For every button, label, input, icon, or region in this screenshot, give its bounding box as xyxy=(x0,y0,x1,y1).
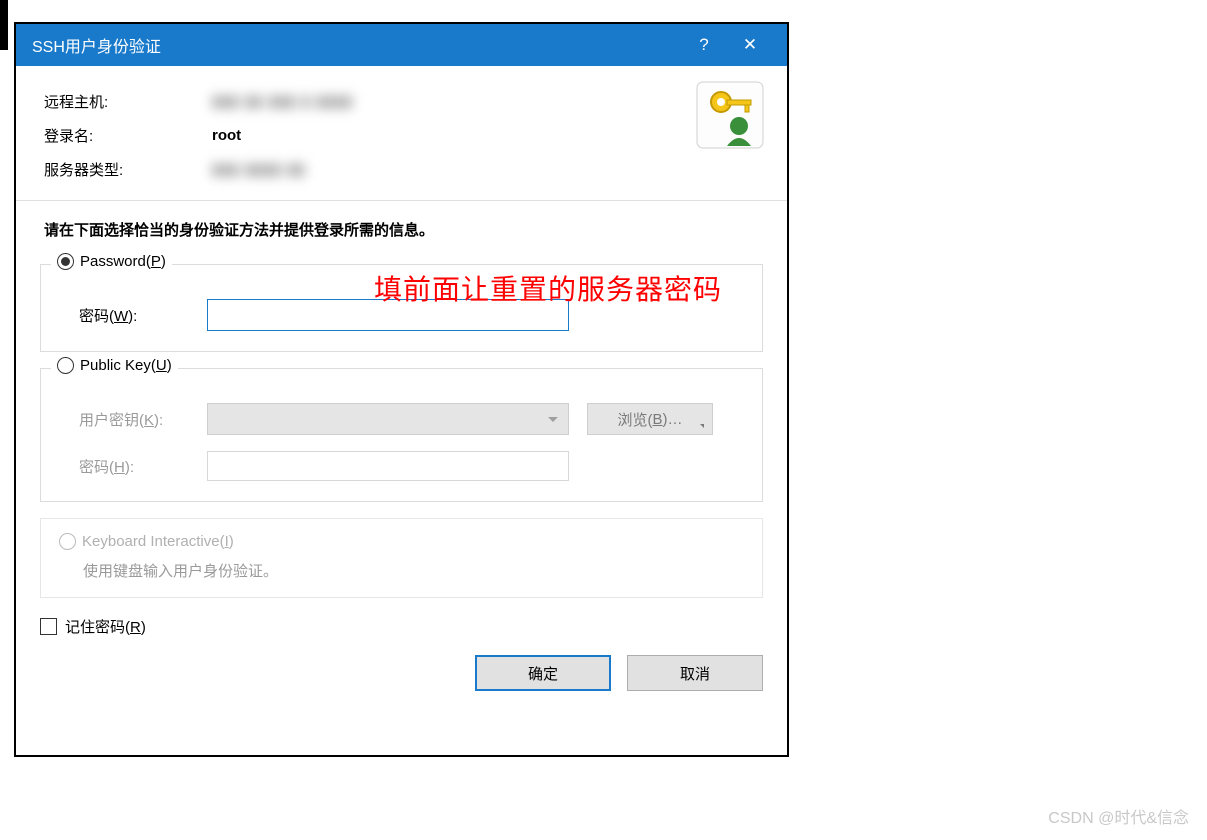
userkey-combo xyxy=(207,403,569,435)
keyboard-auth-group: Keyboard Interactive(I) 使用键盘输入用户身份验证。 xyxy=(40,518,763,598)
password-input[interactable] xyxy=(207,299,569,331)
connection-info: 远程主机: ▮▮▮ ▮▮ ▮▮▮ ▮ ▮▮▮▮ 登录名: root 服务器类型:… xyxy=(16,66,787,200)
window-title: SSH用户身份验证 xyxy=(32,33,681,57)
cancel-button[interactable]: 取消 xyxy=(627,655,763,691)
publickey-legend: Public Key(U) xyxy=(80,357,172,374)
dialog-buttons: 确定 取消 xyxy=(16,637,787,691)
publickey-radio[interactable] xyxy=(57,357,74,374)
login-name-value: root xyxy=(212,127,759,144)
key-password-input xyxy=(207,451,569,481)
remote-host-label: 远程主机: xyxy=(44,91,212,112)
remote-host-value: ▮▮▮ ▮▮ ▮▮▮ ▮ ▮▮▮▮ xyxy=(212,92,759,110)
password-auth-group: Password(P) 密码(W): xyxy=(40,264,763,352)
keyboard-desc: 使用键盘输入用户身份验证。 xyxy=(59,560,744,581)
remember-checkbox[interactable] xyxy=(40,618,57,635)
password-radio-row[interactable]: Password(P) xyxy=(51,253,172,270)
close-button[interactable]: ✕ xyxy=(727,24,773,66)
help-button[interactable]: ? xyxy=(681,24,727,66)
publickey-auth-group: Public Key(U) 用户密钥(K): 浏览(B)… 密码(H): xyxy=(40,368,763,502)
password-radio[interactable] xyxy=(57,253,74,270)
server-type-value: ▮▮▮ ▮▮▮▮ ▮▮ xyxy=(212,160,759,178)
password-label: 密码(W): xyxy=(59,305,207,326)
server-type-label: 服务器类型: xyxy=(44,159,212,180)
instruction-text: 请在下面选择恰当的身份验证方法并提供登录所需的信息。 xyxy=(16,201,787,248)
decoration-bar xyxy=(0,0,8,50)
keyboard-radio xyxy=(59,533,76,550)
keyboard-legend: Keyboard Interactive(I) xyxy=(82,533,234,550)
userkey-label: 用户密钥(K): xyxy=(59,409,207,430)
watermark: CSDN @时代&信念 xyxy=(1048,804,1189,828)
ok-button[interactable]: 确定 xyxy=(475,655,611,691)
titlebar: SSH用户身份验证 ? ✕ xyxy=(16,24,787,66)
browse-button: 浏览(B)… xyxy=(587,403,713,435)
dialog-window: SSH用户身份验证 ? ✕ 远程主机: ▮▮▮ ▮▮ ▮▮▮ ▮ ▮▮▮▮ 登录… xyxy=(14,22,789,757)
publickey-radio-row[interactable]: Public Key(U) xyxy=(51,357,178,374)
password-legend: Password(P) xyxy=(80,253,166,270)
key-password-label: 密码(H): xyxy=(59,456,207,477)
login-name-label: 登录名: xyxy=(44,125,212,146)
keyboard-radio-row: Keyboard Interactive(I) xyxy=(59,533,744,550)
key-user-icon xyxy=(695,80,765,150)
remember-password-row[interactable]: 记住密码(R) xyxy=(40,616,763,637)
remember-label: 记住密码(R) xyxy=(65,616,146,637)
